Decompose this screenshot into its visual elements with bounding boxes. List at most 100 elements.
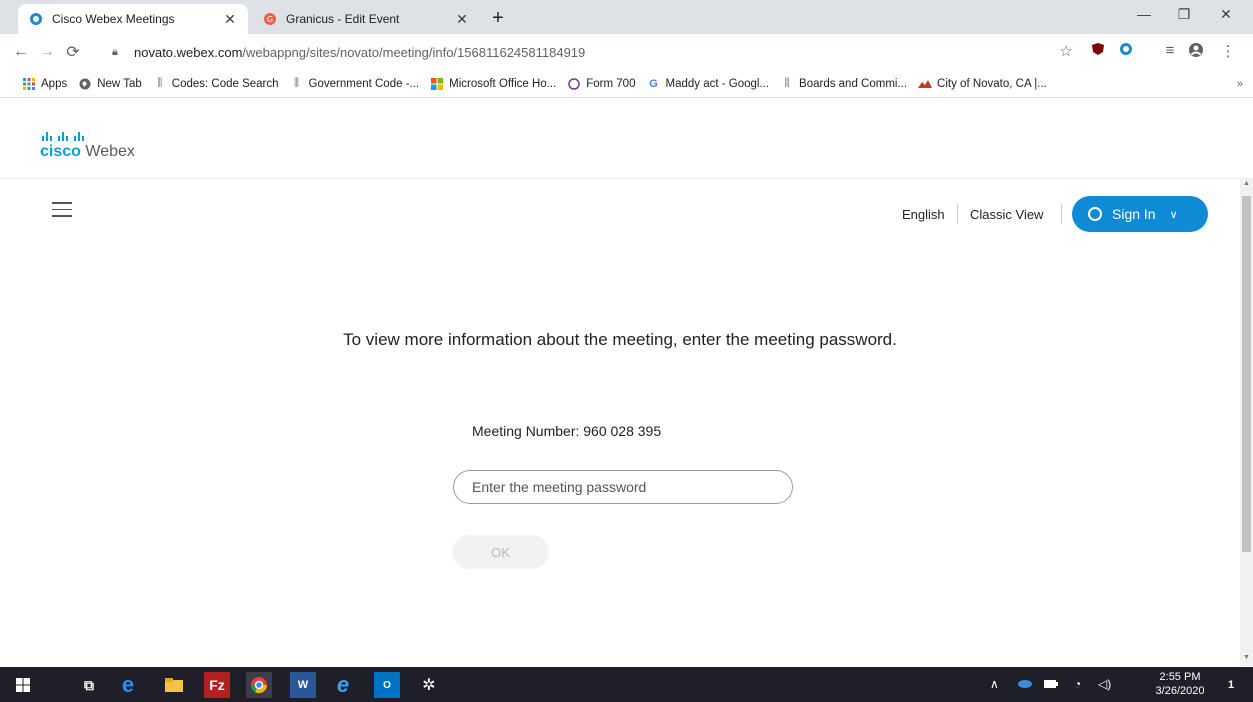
ok-button[interactable]: OK [452, 535, 549, 569]
ublock-extension-icon[interactable] [1086, 42, 1110, 60]
browser-tab-bar: Cisco Webex Meetings ✕ G Granicus - Edit… [0, 0, 1253, 34]
volume-icon[interactable]: ◁) [1098, 677, 1111, 691]
sign-in-button[interactable]: Sign In ∨ [1072, 196, 1208, 232]
action-center-notification-icon[interactable]: 1 [1218, 672, 1244, 698]
globe-icon [78, 77, 92, 91]
edge-browser-icon[interactable]: e [115, 672, 141, 698]
webex-extension-icon[interactable] [1114, 42, 1138, 60]
nav-divider [957, 204, 958, 224]
bookmark-city-of-novato[interactable]: City of Novato, CA |... [918, 77, 1047, 91]
profile-avatar-icon[interactable] [1184, 42, 1208, 62]
city-logo-icon [918, 77, 933, 91]
chevron-down-icon: ∨ [1169, 208, 1178, 221]
system-clock[interactable]: 2:55 PM 3/26/2020 [1150, 670, 1210, 698]
building-icon: ⫼ [157, 77, 163, 89]
logo-cisco-text: cisco [40, 143, 81, 160]
internet-explorer-icon[interactable]: e [330, 672, 356, 698]
file-explorer-icon[interactable] [161, 672, 187, 698]
outlook-icon[interactable]: O [374, 672, 400, 698]
tab-granicus-edit-event[interactable]: G Granicus - Edit Event ✕ [252, 4, 480, 34]
scroll-down-icon[interactable]: ▼ [1240, 654, 1253, 661]
wifi-icon[interactable]: ◔ [1074, 677, 1081, 691]
bookmark-codes-code-search[interactable]: ⫼ Codes: Code Search [153, 77, 279, 91]
filezilla-icon[interactable]: Fz [204, 672, 230, 698]
browser-toolbar: ← → ⟳ 🔒︎ novato.webex.com /webappng/site… [0, 34, 1253, 70]
building-icon: ⫼ [784, 77, 790, 89]
lock-icon: 🔒︎ [112, 45, 118, 58]
show-hidden-icons-icon[interactable]: ∧ [990, 677, 999, 691]
language-selector[interactable]: English [902, 207, 945, 222]
bookmark-label: City of Novato, CA |... [937, 77, 1047, 90]
bookmarks-bar: Apps New Tab ⫼ Codes: Code Search ⫼ Gove… [0, 70, 1253, 98]
bookmark-label: Apps [41, 77, 68, 90]
bookmark-label: New Tab [97, 77, 142, 90]
sign-in-label: Sign In [1112, 206, 1156, 222]
clock-time: 2:55 PM [1159, 671, 1201, 683]
page-header: cisco Webex [0, 99, 1240, 179]
bookmark-star-icon[interactable]: ☆ [1054, 42, 1078, 60]
tab-title: Granicus - Edit Event [286, 12, 400, 26]
notification-count: 1 [1227, 679, 1235, 691]
bookmark-microsoft-office[interactable]: Microsoft Office Ho... [430, 77, 556, 91]
meeting-number: Meeting Number: 960 028 395 [472, 423, 662, 439]
password-prompt: To view more information about the meeti… [343, 330, 897, 349]
minimize-icon[interactable]: — [1124, 6, 1164, 22]
kebab-menu-icon[interactable]: ⋮ [1216, 42, 1240, 60]
bookmark-apps[interactable]: Apps [22, 77, 67, 91]
page-scrollbar[interactable]: ▲ ▼ [1240, 178, 1253, 666]
word-icon[interactable]: W [290, 672, 316, 698]
bookmark-label: Government Code -... [308, 77, 420, 90]
bookmark-label: Microsoft Office Ho... [449, 77, 557, 90]
battery-icon[interactable] [1044, 677, 1058, 691]
task-view-icon[interactable]: ⧉ [76, 672, 102, 698]
bookmarks-overflow-icon[interactable]: » [1237, 78, 1243, 90]
windows-start-icon[interactable] [10, 672, 36, 698]
svg-text:G: G [267, 15, 273, 24]
bookmark-new-tab[interactable]: New Tab [78, 77, 142, 91]
window-close-icon[interactable]: ✕ [1206, 6, 1246, 23]
hamburger-menu-icon[interactable] [52, 202, 72, 218]
google-logo-icon: G [649, 77, 658, 90]
bookmark-label: Form 700 [586, 77, 636, 90]
tab-close-icon[interactable]: ✕ [452, 11, 472, 28]
address-bar[interactable]: 🔒︎ novato.webex.com /webappng/sites/nova… [112, 38, 1072, 66]
bookmark-form-700[interactable]: Form 700 [567, 77, 635, 91]
windows-taskbar: ⧉ e Fz W e O ✲ ∧ ◔ ◁) 2:55 PM 3/26/2020 … [0, 667, 1253, 702]
forward-arrow-icon[interactable]: → [34, 43, 60, 61]
back-arrow-icon[interactable]: ← [8, 43, 34, 61]
tab-close-icon[interactable]: ✕ [220, 11, 240, 28]
settings-gear-icon[interactable]: ✲ [416, 672, 442, 698]
meeting-password-input[interactable] [453, 470, 793, 504]
granicus-favicon-icon: G [262, 11, 278, 27]
tab-title: Cisco Webex Meetings [52, 12, 175, 26]
nav-divider [1061, 204, 1062, 224]
bookmark-label: Boards and Commi... [799, 77, 908, 90]
bookmark-boards-and-commissions[interactable]: ⫼ Boards and Commi... [780, 77, 908, 91]
building-icon: ⫼ [294, 77, 300, 89]
microsoft-logo-icon [430, 77, 444, 91]
bookmark-label: Codes: Code Search [171, 77, 279, 90]
new-tab-button[interactable]: + [486, 7, 510, 31]
fppc-seal-icon [567, 77, 581, 91]
apps-grid-icon [22, 77, 36, 91]
logo-webex-text: Webex [85, 143, 135, 160]
cisco-bars-icon [42, 129, 135, 141]
tab-cisco-webex-meetings[interactable]: Cisco Webex Meetings ✕ [18, 4, 248, 34]
scroll-up-icon[interactable]: ▲ [1240, 180, 1253, 187]
clock-date: 3/26/2020 [1155, 685, 1205, 697]
scroll-thumb[interactable] [1242, 196, 1251, 552]
webex-favicon-icon [28, 11, 44, 27]
top-nav: English Classic View Sign In ∨ [0, 180, 1240, 250]
classic-view-link[interactable]: Classic View [970, 207, 1043, 222]
bookmark-government-code[interactable]: ⫼ Government Code -... [290, 77, 420, 91]
chrome-icon[interactable] [246, 672, 272, 698]
cisco-webex-logo[interactable]: cisco Webex [40, 129, 135, 161]
webex-sign-in-icon [1088, 207, 1102, 221]
url-host: novato.webex.com [134, 44, 243, 60]
bookmark-maddy-act[interactable]: G Maddy act - Googl... [646, 77, 769, 91]
bookmark-label: Maddy act - Googl... [665, 77, 770, 90]
reading-list-icon[interactable]: ≡ [1158, 42, 1182, 59]
reload-icon[interactable]: ⟳ [60, 42, 86, 62]
restore-icon[interactable]: ❐ [1164, 6, 1204, 23]
onedrive-icon[interactable] [1016, 677, 1032, 691]
